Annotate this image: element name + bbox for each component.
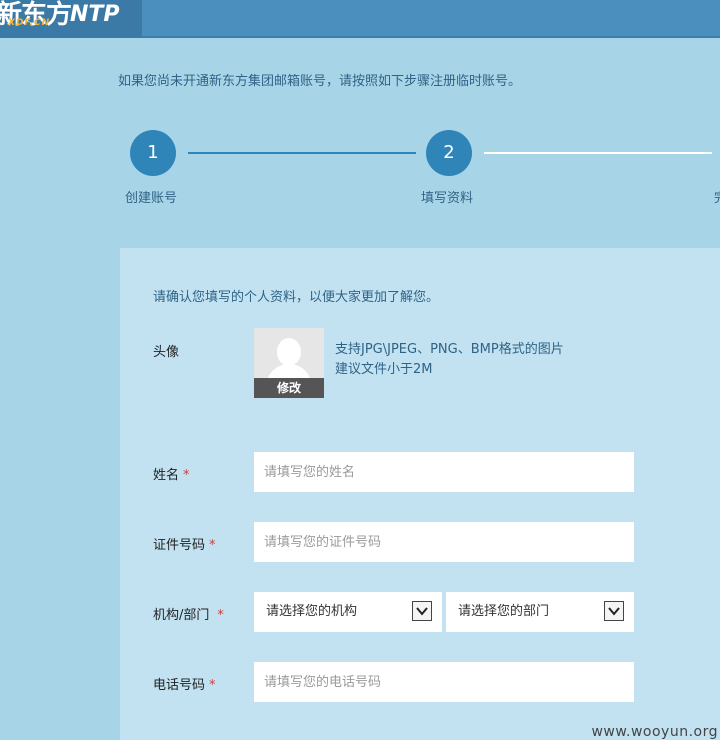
step-connector-2 [484, 152, 712, 154]
avatar-label: 头像 [153, 345, 180, 360]
org-dept-label: 机构/部门 * [153, 604, 224, 623]
phone-input[interactable] [254, 662, 634, 702]
id-number-input[interactable] [254, 522, 634, 562]
name-label: 姓名 * [153, 464, 190, 483]
org-select-value: 请选择您的机构 [266, 604, 358, 619]
name-label-text: 姓名 [153, 468, 180, 483]
intro-text: 如果您尚未开通新东方集团邮箱账号，请按照如下步骤注册临时账号。 [118, 74, 522, 89]
avatar-hint-size: 建议文件小于2M [335, 362, 433, 377]
required-mark: * [209, 678, 216, 693]
logo-subtext: XDF.CN [8, 18, 51, 28]
avatar[interactable]: 修改 [254, 328, 324, 398]
avatar-hint-formats: 支持JPG\JPEG、PNG、BMP格式的图片 [335, 342, 564, 357]
chevron-down-icon[interactable] [604, 601, 624, 621]
org-dept-label-text: 机构/部门 [153, 608, 210, 623]
dept-select[interactable]: 请选择您的部门 [446, 592, 634, 632]
id-number-label-text: 证件号码 [153, 538, 206, 553]
avatar-hint: 支持JPG\JPEG、PNG、BMP格式的图片 建议文件小于2M [335, 340, 564, 380]
name-input[interactable] [254, 452, 634, 492]
logo[interactable]: 新东方 XDF.CN NTP [0, 0, 142, 38]
phone-label: 电话号码 * [153, 674, 216, 693]
chevron-down-icon[interactable] [412, 601, 432, 621]
required-mark: * [209, 538, 216, 553]
required-mark: * [183, 468, 190, 483]
product-name: NTP [70, 2, 120, 27]
step-1-circle: 1 [130, 130, 176, 176]
step-1-label: 创建账号 [125, 191, 178, 206]
phone-label-text: 电话号码 [153, 678, 206, 693]
required-mark: * [217, 608, 224, 623]
top-bar: 新东方 XDF.CN NTP [0, 0, 720, 38]
step-3-label: 完 [714, 187, 720, 206]
step-2-circle: 2 [426, 130, 472, 176]
step-connector-1 [188, 152, 416, 154]
avatar-placeholder-icon [277, 338, 301, 366]
watermark: www.wooyun.org [591, 724, 718, 740]
dept-select-value: 请选择您的部门 [458, 604, 550, 619]
step-2-label: 填写资料 [421, 191, 474, 206]
id-number-label: 证件号码 * [153, 534, 216, 553]
avatar-edit-button[interactable]: 修改 [254, 378, 324, 398]
form-note: 请确认您填写的个人资料，以便大家更加了解您。 [153, 290, 440, 305]
org-select[interactable]: 请选择您的机构 [254, 592, 442, 632]
